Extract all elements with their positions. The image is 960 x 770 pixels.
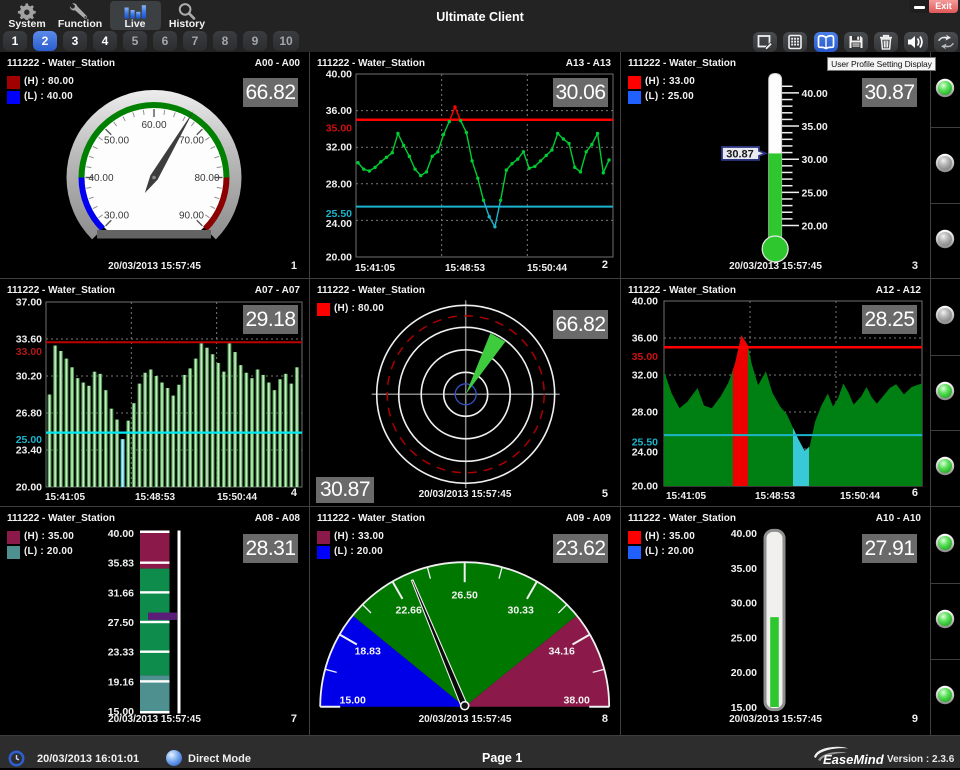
svg-text:18.83: 18.83 [355,646,381,658]
svg-text:15:50:44: 15:50:44 [527,263,567,274]
svg-text:32.00: 32.00 [326,142,352,154]
svg-text:35.00: 35.00 [326,122,352,134]
svg-text:15:50:44: 15:50:44 [840,491,880,502]
svg-text:28.00: 28.00 [632,407,658,419]
svg-text:36.00: 36.00 [632,333,658,345]
svg-text:33.60: 33.60 [16,334,42,346]
svg-text:40.00: 40.00 [326,69,352,81]
svg-text:24.00: 24.00 [326,218,352,230]
svg-text:15.00: 15.00 [731,702,757,714]
svg-text:26.80: 26.80 [16,408,42,420]
svg-text:37.00: 37.00 [16,297,42,309]
svg-text:20.00: 20.00 [802,221,828,233]
svg-text:15:41:05: 15:41:05 [666,491,706,502]
svg-text:15:50:44: 15:50:44 [217,492,257,503]
svg-text:30.87: 30.87 [726,148,754,160]
svg-text:60.00: 60.00 [141,120,166,131]
svg-text:35.00: 35.00 [731,563,757,575]
svg-text:15:41:05: 15:41:05 [45,492,85,503]
svg-text:20.00: 20.00 [632,481,658,493]
svg-text:38.00: 38.00 [564,695,590,707]
svg-text:28.00: 28.00 [326,178,352,190]
svg-text:23.40: 23.40 [16,445,42,457]
svg-text:24.00: 24.00 [632,447,658,459]
svg-text:40.00: 40.00 [108,528,134,540]
svg-text:35.83: 35.83 [108,558,134,570]
svg-text:26.50: 26.50 [452,590,478,602]
svg-text:15:48:53: 15:48:53 [135,492,175,503]
svg-text:15:41:05: 15:41:05 [355,263,395,274]
svg-text:20.00: 20.00 [326,252,352,264]
svg-text:35.00: 35.00 [632,351,658,363]
svg-text:EaseMind: EaseMind [823,752,885,767]
svg-text:40.00: 40.00 [88,173,113,184]
svg-text:40.00: 40.00 [731,528,757,540]
svg-text:30.00: 30.00 [104,210,129,221]
svg-text:40.00: 40.00 [802,88,828,100]
svg-text:25.00: 25.00 [802,187,828,199]
svg-text:40.00: 40.00 [632,296,658,308]
svg-text:30.00: 30.00 [802,154,828,166]
svg-text:15:48:53: 15:48:53 [445,263,485,274]
svg-text:15:48:53: 15:48:53 [755,491,795,502]
svg-text:35.00: 35.00 [802,121,828,133]
svg-text:23.33: 23.33 [108,647,134,659]
svg-text:19.16: 19.16 [108,676,134,688]
svg-text:31.66: 31.66 [108,587,134,599]
svg-text:33.00: 33.00 [16,346,42,358]
svg-text:20.00: 20.00 [16,482,42,494]
svg-text:36.00: 36.00 [326,105,352,117]
svg-text:20.00: 20.00 [731,667,757,679]
svg-text:27.50: 27.50 [108,617,134,629]
svg-text:34.16: 34.16 [549,646,575,658]
svg-text:32.00: 32.00 [632,370,658,382]
svg-text:22.66: 22.66 [396,605,422,617]
svg-text:80.00: 80.00 [194,173,219,184]
svg-text:70.00: 70.00 [179,136,204,147]
svg-text:30.20: 30.20 [16,371,42,383]
svg-text:30.33: 30.33 [508,605,534,617]
svg-text:30.00: 30.00 [731,598,757,610]
svg-text:15.00: 15.00 [340,695,366,707]
svg-text:50.00: 50.00 [104,136,129,147]
svg-text:90.00: 90.00 [179,210,204,221]
svg-text:25.00: 25.00 [731,632,757,644]
